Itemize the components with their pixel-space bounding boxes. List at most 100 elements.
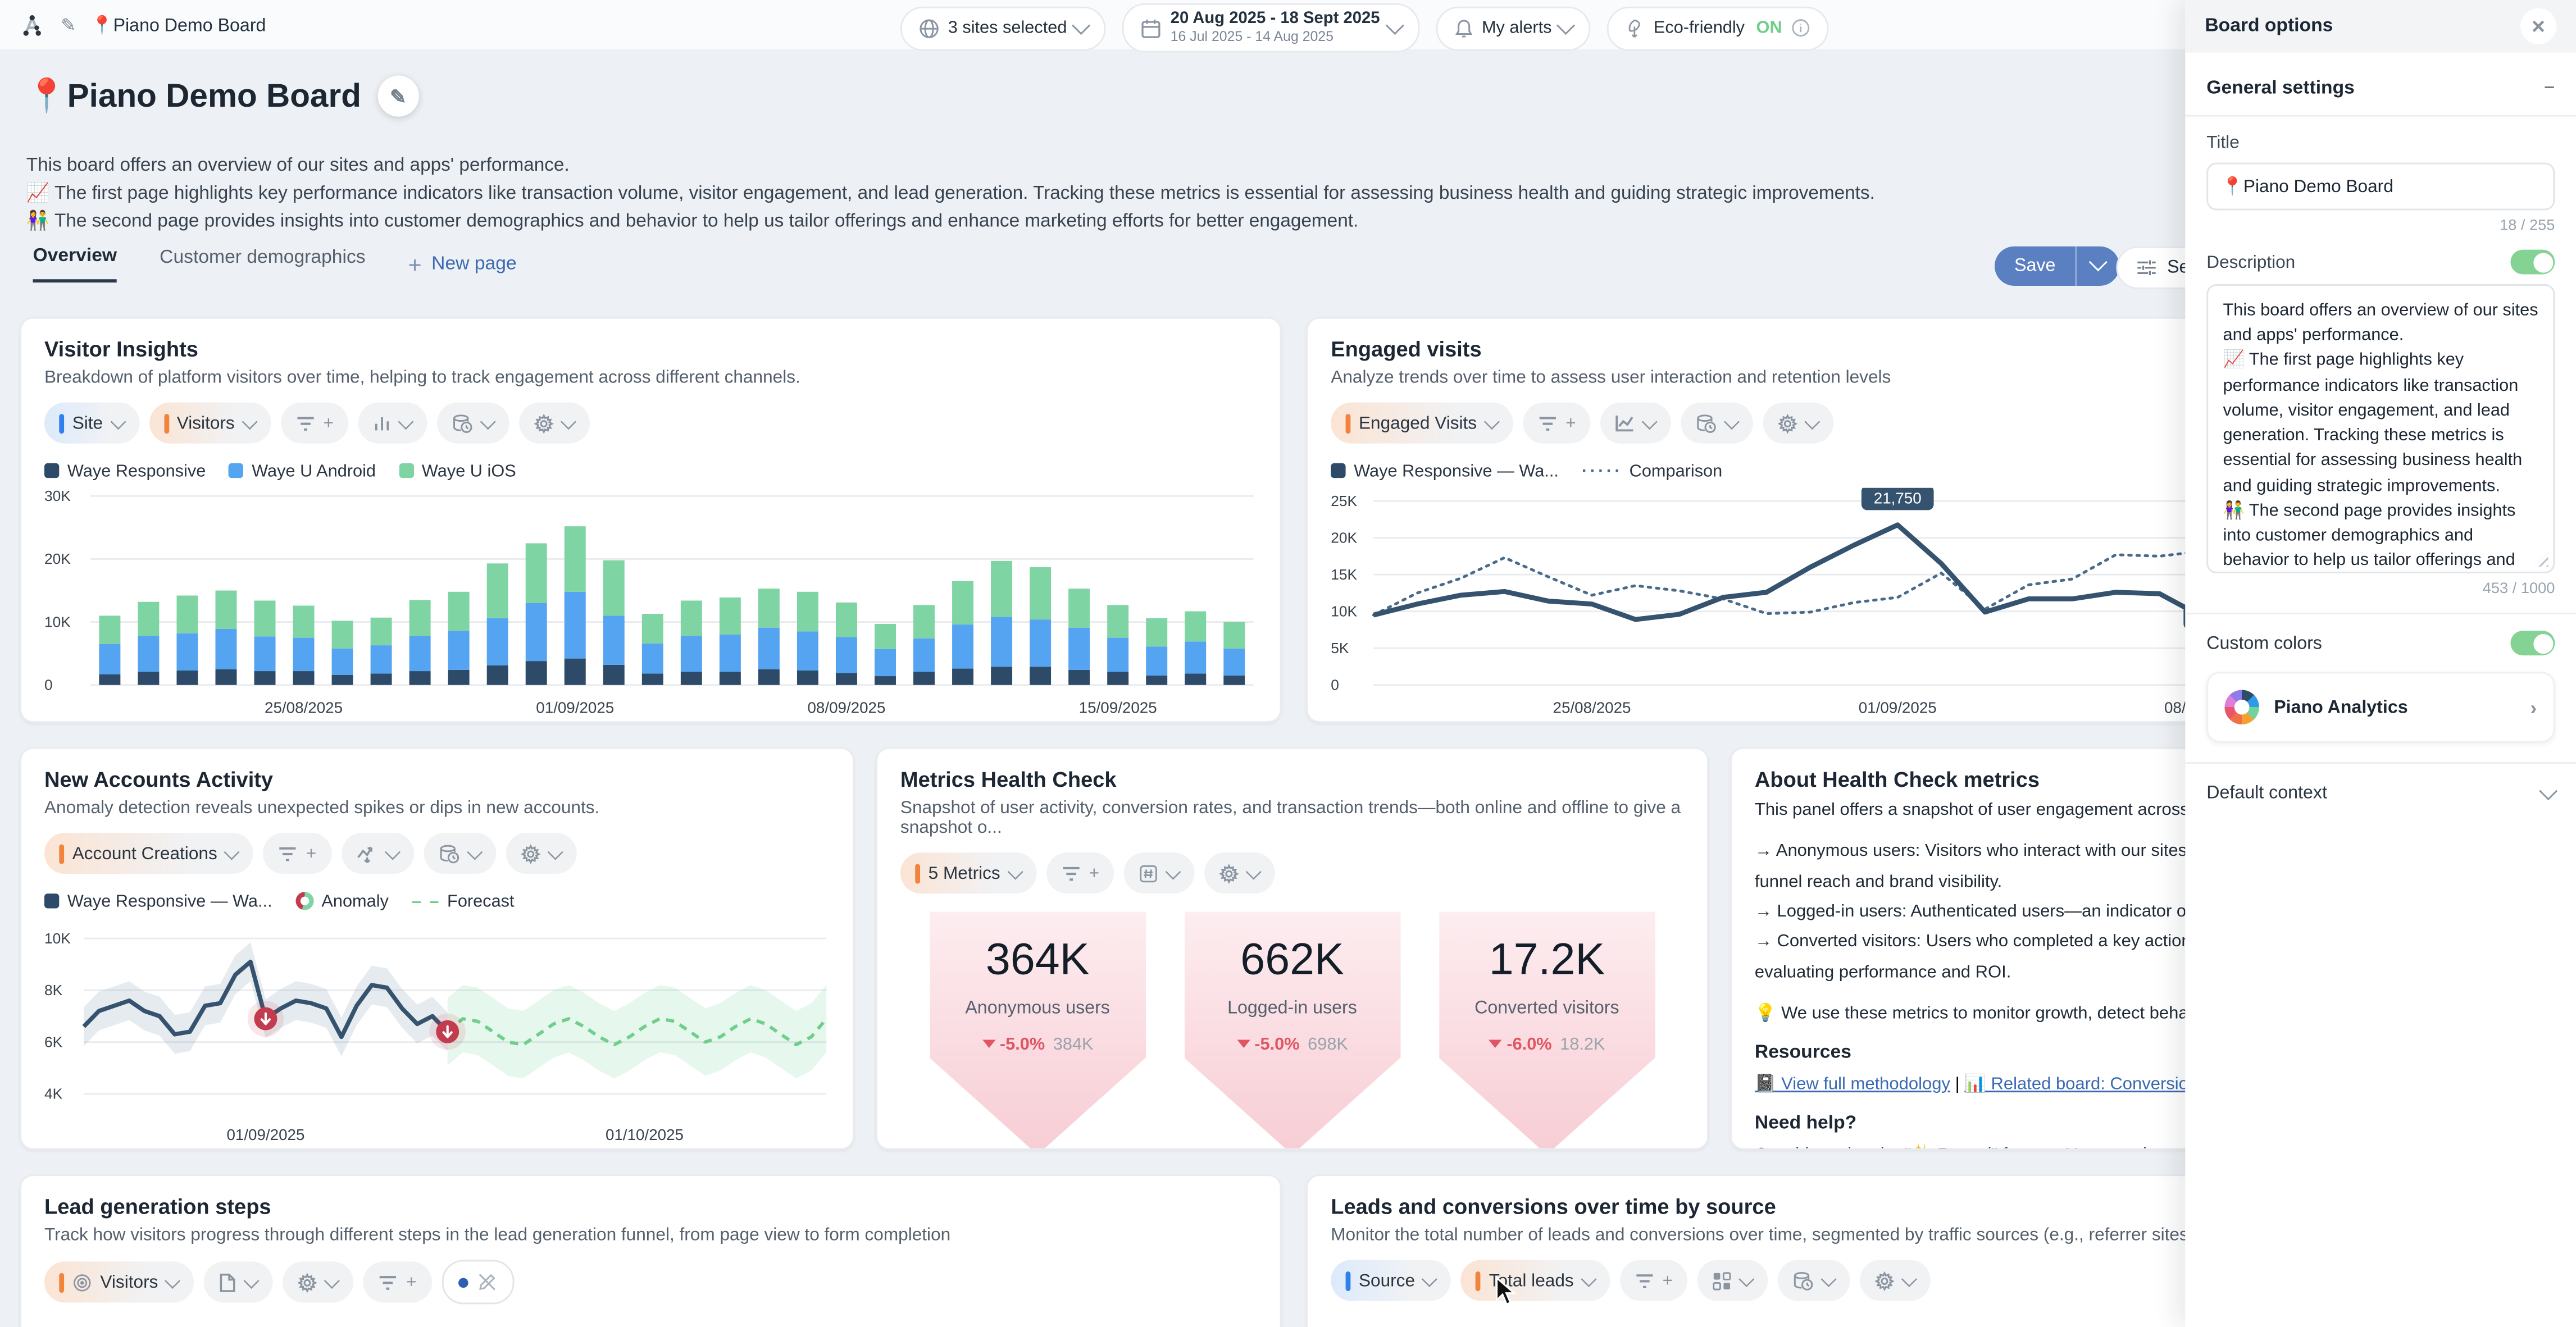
about-text-line: → Logged-in users: Authenticated users—a… — [1755, 900, 2226, 925]
filter-button[interactable]: + — [281, 403, 349, 444]
svg-text:4K: 4K — [44, 1086, 63, 1102]
dimension-selector[interactable]: Site — [44, 403, 139, 444]
widget-settings-button[interactable] — [1860, 1260, 1931, 1301]
resize-handle[interactable] — [2533, 552, 2548, 567]
svg-text:20K: 20K — [1331, 529, 1357, 546]
triangle-down-icon — [982, 1040, 995, 1048]
eco-friendly-toggle[interactable]: Eco-friendly ON — [1608, 6, 1828, 50]
widget-title: New Accounts Activity — [44, 767, 830, 792]
save-options-chevron[interactable] — [2077, 256, 2119, 276]
svg-text:25/08/2025: 25/08/2025 — [265, 699, 343, 716]
custom-colors-toggle[interactable] — [2510, 631, 2555, 655]
date-range-picker[interactable]: 20 Aug 2025 - 18 Sept 2025 16 Jul 2025 -… — [1123, 3, 1419, 53]
legend-item[interactable]: Waye Responsive — Wa... — [1331, 462, 1559, 481]
board-title-input[interactable]: 📍Piano Demo Board — [2206, 163, 2555, 211]
widget-subtitle: Track how visitors progress through diff… — [44, 1225, 1257, 1245]
filter-button[interactable]: + — [1523, 403, 1591, 444]
legend-item[interactable]: Waye U Android — [229, 462, 376, 481]
board-description-textarea[interactable]: This board offers an overview of our sit… — [2206, 284, 2555, 573]
widget-settings-button[interactable] — [283, 1261, 354, 1302]
tab-overview[interactable]: Overview — [33, 247, 117, 282]
info-icon[interactable] — [1790, 18, 1810, 38]
widget-settings-button[interactable] — [1763, 403, 1834, 444]
data-source-button[interactable] — [1681, 403, 1754, 444]
close-panel-button[interactable]: ✕ — [2520, 8, 2556, 44]
dimension-selector[interactable]: Source — [1331, 1260, 1451, 1301]
widget-settings-button[interactable] — [506, 833, 576, 874]
metric-selector[interactable]: Total leads — [1461, 1260, 1610, 1301]
anomaly-view-button[interactable] — [341, 833, 413, 874]
description-char-counter: 453 / 1000 — [2206, 580, 2555, 596]
metric-selector[interactable]: 5 Metrics — [900, 852, 1036, 893]
sites-selector[interactable]: 3 sites selected — [900, 6, 1107, 50]
description-toggle[interactable] — [2510, 250, 2555, 275]
svg-text:20K: 20K — [44, 550, 71, 567]
stacked-bar-chart[interactable]: 010K20K30K25/08/202501/09/202508/09/2025… — [44, 488, 1260, 721]
save-button[interactable]: Save — [1995, 247, 2120, 286]
my-alerts-button[interactable]: My alerts — [1436, 6, 1591, 50]
anomaly-line-chart[interactable]: 4K6K8K10K01/09/202501/10/2025 — [44, 918, 830, 1148]
new-page-button[interactable]: +New page — [408, 253, 517, 276]
filter-button[interactable]: + — [1046, 852, 1114, 893]
topbar-board-name[interactable]: 📍Piano Demo Board — [91, 14, 266, 35]
data-source-button[interactable] — [423, 833, 495, 874]
title-char-counter: 18 / 255 — [2206, 217, 2555, 233]
legend-item[interactable]: Waye Responsive — [44, 462, 206, 481]
metric-selector[interactable]: Account Creations — [44, 833, 253, 874]
sites-selector-label: 3 sites selected — [948, 18, 1067, 38]
metric-selector[interactable]: Visitors — [149, 403, 271, 444]
page-title: 📍Piano Demo Board ✎ — [26, 76, 419, 117]
filter-button[interactable]: + — [363, 1261, 431, 1302]
svg-text:30K: 30K — [44, 488, 71, 504]
widget-title: Metrics Health Check — [900, 767, 1684, 792]
default-context-section: Default context — [2206, 783, 2327, 803]
piano-analytics-logo[interactable] — [21, 12, 46, 37]
tab-customer-demographics[interactable]: Customer demographics — [160, 248, 365, 281]
description-line: 👫 The second page provides insights into… — [26, 208, 2156, 235]
chevron-down-icon[interactable] — [2539, 782, 2557, 800]
legend-item[interactable]: Waye U iOS — [399, 462, 516, 481]
edit-board-icon[interactable]: ✎ — [61, 14, 76, 35]
widget-visitor-insights: Visitor Insights Breakdown of platform v… — [20, 317, 1281, 723]
widget-settings-button[interactable] — [520, 403, 590, 444]
link-view-methodology[interactable]: 📓 View full methodology — [1755, 1074, 1950, 1093]
widget-title: About Health Check metrics — [1755, 767, 2226, 792]
chart-type-button[interactable] — [1697, 1260, 1768, 1301]
widget-settings-button[interactable] — [1204, 852, 1275, 893]
widget-title: Visitor Insights — [44, 337, 1257, 362]
metric-selector[interactable]: Visitors — [44, 1261, 194, 1302]
data-source-button[interactable] — [437, 403, 509, 444]
close-icon: ✕ — [2531, 16, 2546, 37]
filter-button[interactable]: + — [1620, 1260, 1688, 1301]
description-line: 📈 The first page highlights key performa… — [26, 180, 2156, 208]
legend-item[interactable]: – –Forecast — [412, 892, 515, 911]
globe-icon — [918, 17, 940, 39]
metric-selector[interactable]: Engaged Visits — [1331, 403, 1513, 444]
about-text-line: → Converted visitors: Users who complete… — [1755, 931, 2226, 956]
line-chart[interactable]: 05K10K15K20K25K21,7509,225/08/202501/09/… — [1331, 488, 2206, 721]
svg-text:15K: 15K — [1331, 566, 1357, 583]
save-label: Save — [1995, 256, 2076, 276]
color-palette-selector[interactable]: Piano Analytics › — [2206, 672, 2555, 742]
anomaly-chart-icon — [356, 843, 377, 863]
chart-type-button[interactable] — [358, 403, 427, 444]
step-type-button[interactable] — [204, 1261, 273, 1302]
filter-button[interactable]: + — [263, 833, 331, 874]
chart-legend: Waye Responsive Waye U Android Waye U iO… — [44, 462, 1257, 481]
gear-icon — [534, 413, 554, 433]
widget-engaged-visits: Engaged visits Analyze trends over time … — [1306, 317, 2228, 723]
metric-label: Converted visitors — [1439, 998, 1655, 1018]
number-format-button[interactable] — [1124, 852, 1195, 893]
legend-item[interactable]: Waye Responsive — Wa... — [44, 892, 272, 911]
chart-type-button[interactable] — [1600, 403, 1671, 444]
annotation-toggle-button[interactable] — [441, 1260, 513, 1304]
svg-text:08/09/2025: 08/09/2025 — [807, 699, 885, 716]
collapse-section-button[interactable]: − — [2544, 79, 2555, 98]
gear-icon — [1875, 1270, 1895, 1290]
metric-label: Logged-in users — [1184, 998, 1400, 1018]
legend-item[interactable]: Anomaly — [295, 892, 389, 911]
data-source-button[interactable] — [1778, 1260, 1850, 1301]
chevron-down-icon — [1557, 16, 1576, 35]
legend-item[interactable]: ·····Comparison — [1582, 462, 1722, 481]
edit-title-button[interactable]: ✎ — [377, 76, 418, 117]
